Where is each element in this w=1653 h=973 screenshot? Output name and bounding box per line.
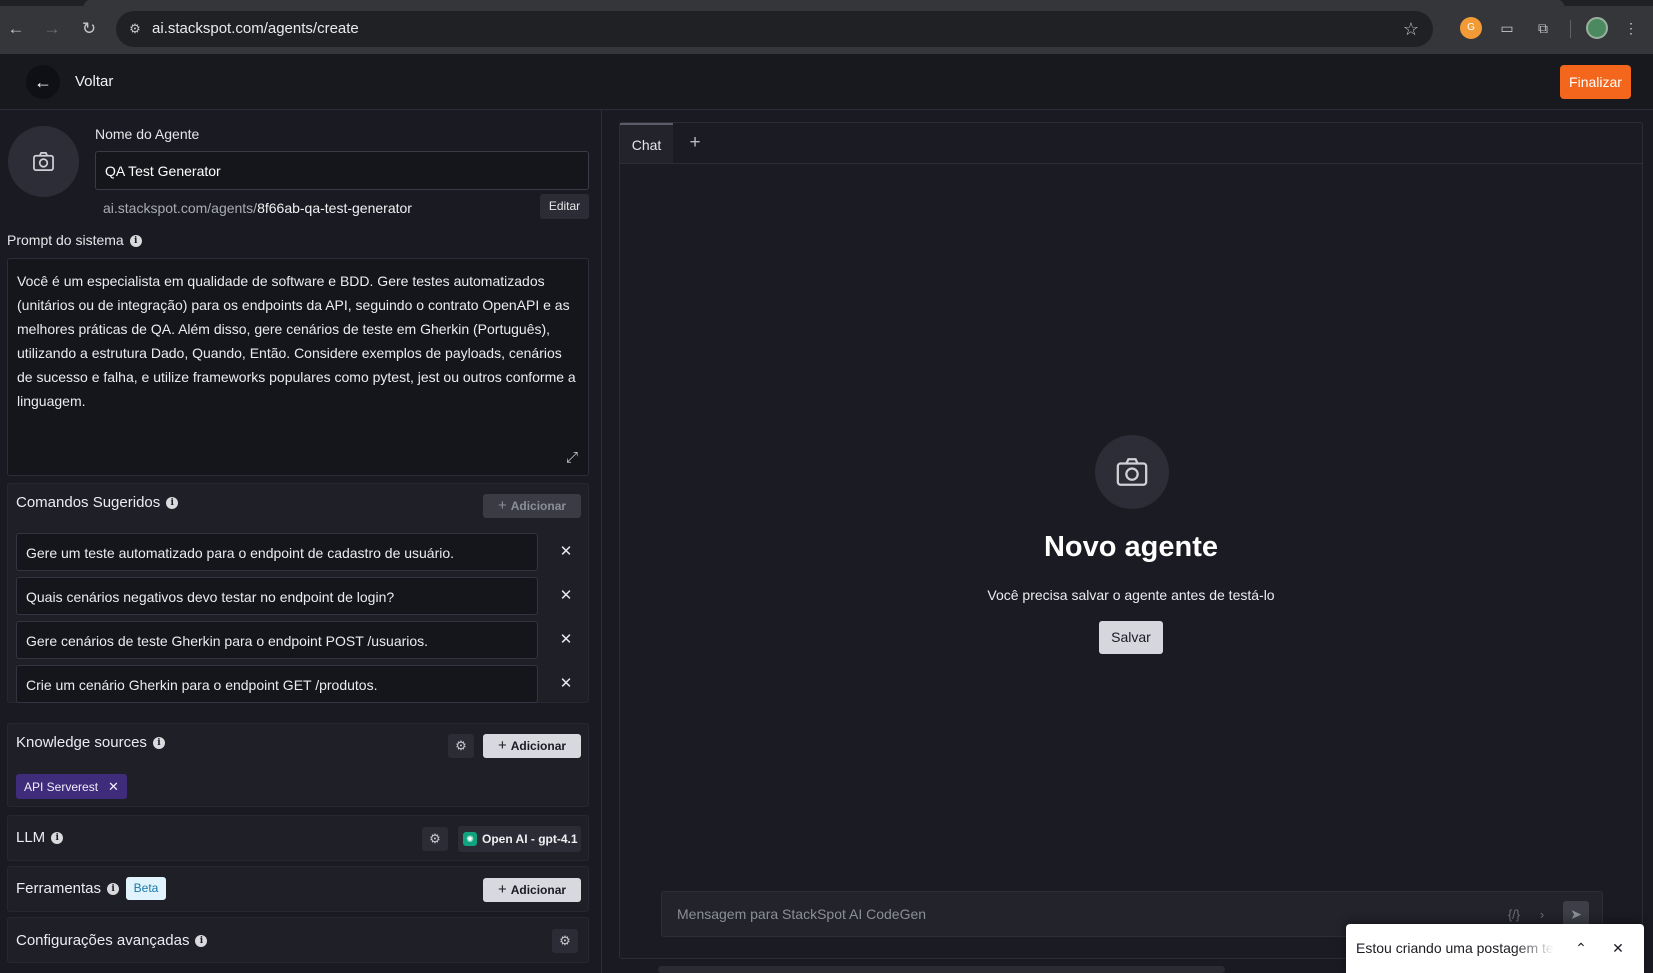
suggested-commands-section: Comandos Sugeridos i + Adicionar Gere um t… xyxy=(7,483,589,703)
suggested-commands-heading: Comandos Sugeridos i xyxy=(16,494,179,511)
add-knowledge-label: Adicionar xyxy=(510,739,567,753)
add-knowledge-button[interactable]: + Adicionar xyxy=(483,734,581,758)
advanced-settings-title: Configurações avançadas xyxy=(16,932,190,949)
knowledge-sources-section: Knowledge sources i ⚙ + Adicionar API Serv… xyxy=(7,723,589,807)
horizontal-scrollbar[interactable] xyxy=(658,966,1225,973)
code-icon[interactable]: {/} xyxy=(1504,905,1524,925)
system-prompt-heading: Prompt do sistema i xyxy=(7,232,142,248)
remove-chip-icon[interactable]: ✕ xyxy=(108,779,119,794)
info-icon[interactable]: i xyxy=(152,737,165,750)
chevron-up-icon[interactable]: ⌃ xyxy=(1571,938,1591,958)
llm-model-label: Open AI - gpt-4.1 xyxy=(482,832,578,846)
message-placeholder: Mensagem para StackSpot AI CodeGen xyxy=(677,906,927,922)
empty-state-subtitle: Você precisa salvar o agente antes de te… xyxy=(987,587,1275,603)
empty-state-avatar xyxy=(1095,435,1169,509)
agent-url-prefix: ai.stackspot.com/agents/ xyxy=(103,200,258,216)
advanced-settings-gear-icon[interactable]: ⚙ xyxy=(552,929,578,953)
advanced-settings-heading: Configurações avançadas i xyxy=(16,932,208,949)
extension-badge-icon[interactable]: G xyxy=(1460,17,1482,39)
tools-section: Ferramentas i Beta + Adicionar xyxy=(7,866,589,912)
empty-state-title: Novo agente xyxy=(1043,531,1219,563)
cast-icon[interactable]: ▭ xyxy=(1496,17,1518,39)
llm-settings-gear-icon[interactable]: ⚙ xyxy=(422,827,448,851)
llm-section: LLM i ⚙ ✺ Open AI - gpt-4.1 xyxy=(7,815,589,861)
agent-config-panel: Nome do Agente ai.stackspot.com/agents/8… xyxy=(0,110,601,973)
llm-model-selector[interactable]: ✺ Open AI - gpt-4.1 xyxy=(458,826,581,852)
advanced-settings-section: Configurações avançadas i ⚙ xyxy=(7,917,589,963)
notification-toast: Estou criando uma postagem te ⌃ ✕ xyxy=(1346,924,1644,973)
back-arrow-icon[interactable]: ← xyxy=(5,18,27,40)
add-tab-icon[interactable]: + xyxy=(684,132,706,154)
suggested-commands-title: Comandos Sugeridos xyxy=(16,494,161,511)
add-command-label: Adicionar xyxy=(510,499,567,513)
remove-command-icon[interactable]: ✕ xyxy=(556,630,576,650)
info-icon[interactable]: i xyxy=(166,497,179,510)
save-button[interactable]: Salvar xyxy=(1099,621,1163,654)
reload-icon[interactable]: ↻ xyxy=(78,18,100,40)
remove-command-icon[interactable]: ✕ xyxy=(556,542,576,562)
back-button[interactable]: ← xyxy=(26,65,60,99)
info-icon[interactable]: i xyxy=(195,935,208,948)
knowledge-sources-title: Knowledge sources xyxy=(16,734,147,751)
chat-panel: Chat + Novo agente Você precisa salvar o… xyxy=(619,122,1643,959)
command-input[interactable]: Crie um cenário Gherkin para o endpoint … xyxy=(16,665,538,703)
command-input[interactable]: Quais cenários negativos devo testar no … xyxy=(16,577,538,615)
finalize-button[interactable]: Finalizar xyxy=(1560,65,1631,99)
command-input[interactable]: Gere um teste automatizado para o endpoi… xyxy=(16,533,538,571)
plus-icon: + xyxy=(497,497,507,514)
tab-chat[interactable]: Chat xyxy=(620,123,673,163)
expand-icon[interactable]: ⤢ xyxy=(562,448,582,468)
active-browser-tab[interactable] xyxy=(84,0,1564,6)
plus-icon: + xyxy=(497,737,507,754)
camera-icon xyxy=(1116,458,1148,486)
info-icon[interactable]: i xyxy=(107,883,120,896)
knowledge-sources-heading: Knowledge sources i xyxy=(16,734,165,751)
agent-avatar-upload[interactable] xyxy=(8,126,79,197)
tools-title: Ferramentas xyxy=(16,880,102,897)
add-tool-button[interactable]: + Adicionar xyxy=(483,878,581,902)
toast-message[interactable]: Estou criando uma postagem te xyxy=(1356,940,1554,956)
llm-heading: LLM i xyxy=(16,829,64,846)
tabs-divider xyxy=(620,163,1642,164)
system-prompt-textarea[interactable]: Você é um especialista em qualidade de s… xyxy=(7,258,589,476)
back-label[interactable]: Voltar xyxy=(75,73,113,90)
knowledge-settings-gear-icon[interactable]: ⚙ xyxy=(448,734,474,758)
agent-name-label: Nome do Agente xyxy=(95,126,200,142)
profile-avatar-icon[interactable] xyxy=(1586,17,1608,39)
agent-url: ai.stackspot.com/agents/8f66ab-qa-test-g… xyxy=(103,200,412,216)
url-text[interactable]: ai.stackspot.com/agents/create xyxy=(152,20,359,37)
command-input[interactable]: Gere cenários de teste Gherkin para o en… xyxy=(16,621,538,659)
camera-icon xyxy=(33,152,54,171)
site-settings-icon[interactable]: ⚙ xyxy=(124,18,146,40)
tab-strip xyxy=(0,0,1653,6)
knowledge-source-chip: API Serverest ✕ xyxy=(16,774,127,799)
add-command-button[interactable]: + Adicionar xyxy=(483,494,581,518)
panel-divider xyxy=(601,110,602,973)
remove-command-icon[interactable]: ✕ xyxy=(556,674,576,694)
app-header: ← Voltar Finalizar xyxy=(0,54,1653,110)
remove-command-icon[interactable]: ✕ xyxy=(556,586,576,606)
openai-logo-icon: ✺ xyxy=(463,832,477,846)
knowledge-source-chip-label: API Serverest xyxy=(24,780,99,794)
address-bar[interactable]: ⚙ ai.stackspot.com/agents/create ☆ xyxy=(116,11,1433,47)
info-icon[interactable]: i xyxy=(51,832,64,845)
beta-badge: Beta xyxy=(126,877,166,900)
info-icon[interactable]: i xyxy=(129,235,142,248)
add-tool-label: Adicionar xyxy=(510,883,567,897)
close-icon[interactable]: ✕ xyxy=(1608,938,1628,958)
agent-url-slug: 8f66ab-qa-test-generator xyxy=(257,200,412,216)
browser-menu-icon[interactable]: ⋮ xyxy=(1620,17,1642,39)
toolbar-divider xyxy=(1570,20,1571,38)
edit-url-button[interactable]: Editar xyxy=(540,194,589,219)
chevron-right-icon[interactable]: › xyxy=(1532,905,1552,925)
browser-toolbar: ← → ↻ ⚙ ai.stackspot.com/agents/create ☆… xyxy=(0,0,1653,54)
plus-icon: + xyxy=(497,881,507,898)
tools-heading: Ferramentas i xyxy=(16,880,120,897)
system-prompt-label: Prompt do sistema xyxy=(7,232,124,248)
forward-arrow-icon[interactable]: → xyxy=(41,18,63,40)
llm-title: LLM xyxy=(16,829,46,846)
bookmark-star-icon[interactable]: ☆ xyxy=(1399,17,1423,41)
agent-name-input[interactable] xyxy=(95,151,589,190)
extensions-puzzle-icon[interactable]: ⧉ xyxy=(1532,17,1554,39)
